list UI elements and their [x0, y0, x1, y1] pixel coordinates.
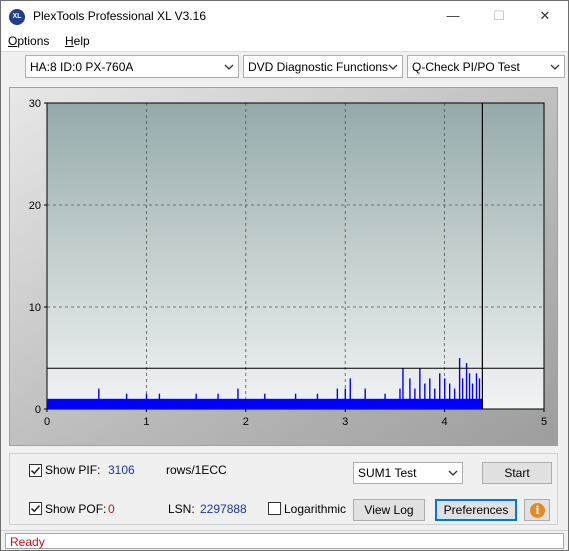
pif-bar — [399, 388, 401, 409]
lsn-label: LSN: — [168, 502, 195, 516]
pof-value: 0 — [108, 502, 115, 516]
logarithmic-checkbox[interactable] — [268, 502, 281, 515]
y-tick-label: 20 — [29, 200, 41, 212]
pif-bar — [414, 388, 416, 409]
status-field: Ready — [5, 533, 564, 549]
pif-bar — [349, 378, 351, 409]
chevron-down-icon — [448, 470, 458, 476]
pif-bar — [364, 388, 366, 409]
function-select[interactable]: DVD Diagnostic Functions — [243, 55, 403, 78]
lsn-value: 2297888 — [200, 502, 247, 516]
pif-bar — [384, 393, 386, 409]
show-pof-checkbox[interactable] — [29, 502, 42, 515]
menu-help[interactable]: Help — [65, 34, 90, 48]
pif-bar — [158, 393, 161, 409]
pi-po-chart: 0 1 2 3 4 5 0 10 20 30 — [10, 88, 557, 445]
window-title: PlexTools Professional XL V3.16 — [33, 9, 206, 23]
x-tick-label: 1 — [143, 416, 149, 428]
view-log-button[interactable]: View Log — [353, 499, 425, 521]
pif-bar — [264, 393, 266, 409]
menu-options-accel: O — [8, 34, 18, 48]
menu-options[interactable]: Options — [8, 34, 49, 48]
sum-test-value: SUM1 Test — [358, 466, 417, 480]
drive-select[interactable]: HA:8 ID:0 PX-760A — [25, 55, 239, 78]
x-tick-label: 4 — [442, 416, 448, 428]
logarithmic-label: Logarithmic — [284, 502, 347, 516]
y-tick-label: 30 — [29, 98, 41, 110]
drive-select-value: HA:8 ID:0 PX-760A — [30, 60, 134, 74]
pif-bar — [444, 378, 446, 409]
chevron-down-icon — [224, 64, 234, 70]
chart-panel: 0 1 2 3 4 5 0 10 20 30 — [9, 87, 558, 446]
chevron-down-icon — [388, 64, 398, 70]
menu-help-label: elp — [73, 34, 90, 48]
show-pof-label: Show POF: — [45, 502, 107, 516]
test-select-value: Q-Check PI/PO Test — [412, 60, 520, 74]
pif-bar — [125, 393, 128, 409]
pif-bar — [294, 393, 297, 409]
info-icon: i — [530, 503, 545, 518]
pif-bar — [478, 378, 481, 409]
pif-bar — [98, 388, 100, 409]
pif-bar — [468, 373, 471, 409]
pif-bar — [475, 373, 478, 409]
x-tick-label: 2 — [243, 416, 249, 428]
status-text: Ready — [10, 535, 45, 549]
plot-area — [47, 103, 544, 409]
checkmark-icon — [30, 466, 41, 475]
status-bar: Ready — [1, 530, 568, 550]
pif-bar — [461, 378, 464, 409]
pif-bar — [402, 368, 404, 409]
maximize-button[interactable]: ☐ — [476, 1, 522, 31]
pif-value: 3106 — [108, 463, 135, 477]
x-tick-label: 0 — [44, 416, 50, 428]
checkmark-icon — [30, 504, 41, 513]
pif-bar — [344, 388, 346, 409]
pif-bar — [434, 388, 436, 409]
sum-test-select[interactable]: SUM1 Test — [353, 462, 463, 484]
pif-bar — [237, 388, 239, 409]
pif-bar — [336, 388, 339, 409]
pif-bar — [424, 383, 426, 409]
test-select[interactable]: Q-Check PI/PO Test — [407, 55, 565, 78]
start-button[interactable]: Start — [482, 462, 552, 484]
pif-bar — [145, 393, 148, 409]
show-pif-label: Show PIF: — [45, 463, 101, 477]
chevron-down-icon — [550, 64, 560, 70]
y-tick-label: 10 — [29, 302, 41, 314]
pif-bar — [439, 373, 441, 409]
pif-bar — [217, 393, 219, 409]
pif-bar — [195, 393, 197, 409]
pif-units: rows/1ECC — [166, 463, 227, 477]
app-window: XL PlexTools Professional XL V3.16 — ☐ ✕… — [0, 0, 569, 551]
menu-help-accel: H — [65, 34, 74, 48]
menu-bar: Options Help — [1, 31, 568, 51]
pif-bar — [458, 358, 461, 409]
show-pif-checkbox[interactable] — [29, 464, 42, 477]
pif-bar — [429, 378, 431, 409]
x-tick-label: 3 — [342, 416, 348, 428]
info-button[interactable]: i — [524, 499, 550, 521]
title-bar: XL PlexTools Professional XL V3.16 — ☐ ✕ — [1, 1, 568, 31]
app-logo-icon: XL — [9, 9, 25, 25]
pif-bar — [419, 368, 421, 409]
minimize-button[interactable]: — — [430, 1, 476, 31]
pif-bar — [448, 383, 451, 409]
pif-bar — [453, 388, 456, 409]
x-tick-label: 5 — [541, 416, 547, 428]
preferences-button[interactable]: Preferences — [435, 499, 517, 521]
close-button[interactable]: ✕ — [522, 1, 568, 31]
pif-bar — [409, 378, 411, 409]
toolbar-divider — [1, 51, 568, 52]
menu-options-label: ptions — [17, 34, 50, 48]
pif-bar — [465, 363, 468, 409]
pif-bar — [471, 383, 474, 409]
function-select-value: DVD Diagnostic Functions — [248, 60, 389, 74]
controls-panel: Show PIF: 3106 rows/1ECC SUM1 Test Start… — [9, 453, 558, 525]
pif-bar — [316, 393, 319, 409]
y-tick-label: 0 — [35, 404, 41, 416]
